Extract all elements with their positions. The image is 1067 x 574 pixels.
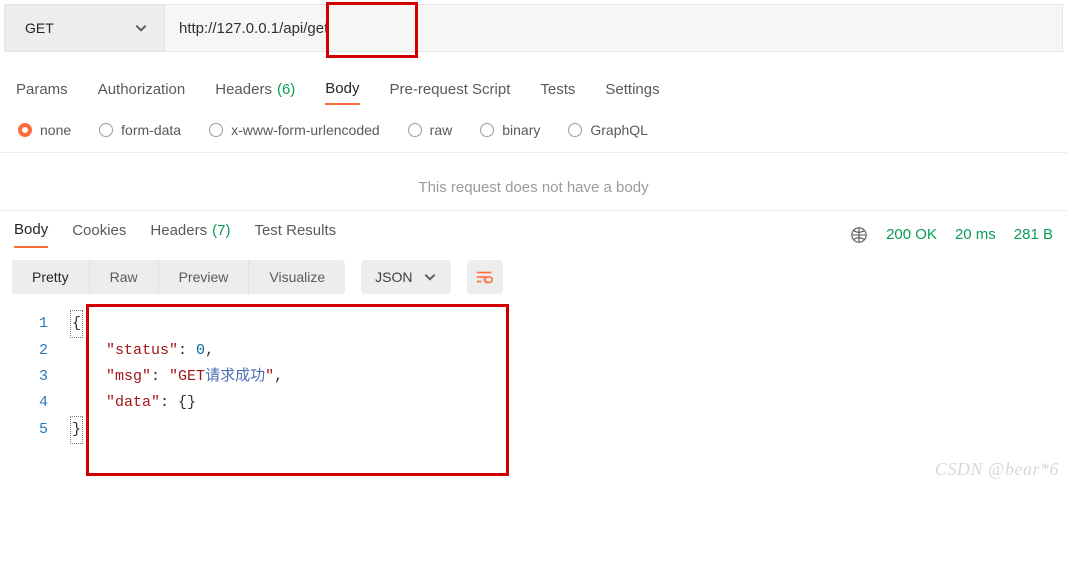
radio-urlencoded[interactable]: x-www-form-urlencoded [209, 122, 380, 138]
code-line: 4 "data": {} [0, 390, 1067, 416]
http-method-select[interactable]: GET [5, 5, 165, 51]
radio-raw[interactable]: raw [408, 122, 453, 138]
response-header: Body Cookies Headers (7) Test Results 20… [0, 211, 1067, 248]
code-line: 1 { [0, 310, 1067, 338]
response-body-view: 1 { 2 "status": 0, 3 "msg": "GET请求成功", 4… [0, 304, 1067, 484]
chevron-down-icon [134, 21, 148, 35]
view-pretty[interactable]: Pretty [12, 260, 90, 294]
resp-tab-cookies[interactable]: Cookies [72, 222, 126, 247]
code-line: 3 "msg": "GET请求成功", [0, 364, 1067, 390]
status-code: 200 OK [886, 226, 937, 243]
wrap-lines-button[interactable] [467, 260, 503, 294]
url-input[interactable] [165, 5, 1062, 51]
radio-none[interactable]: none [18, 122, 71, 138]
http-method-label: GET [25, 20, 54, 36]
tab-body[interactable]: Body [325, 80, 359, 105]
tab-settings[interactable]: Settings [605, 81, 659, 104]
resp-tab-headers[interactable]: Headers (7) [150, 222, 230, 247]
tab-params[interactable]: Params [16, 81, 68, 104]
no-body-message: This request does not have a body [0, 153, 1067, 211]
radio-form-data[interactable]: form-data [99, 122, 181, 138]
wrap-icon [476, 269, 494, 285]
url-bar: GET [4, 4, 1063, 52]
tab-tests[interactable]: Tests [540, 81, 575, 104]
chevron-down-icon [423, 270, 437, 284]
body-type-row: none form-data x-www-form-urlencoded raw… [0, 108, 1067, 153]
view-raw[interactable]: Raw [90, 260, 159, 294]
tab-prerequest[interactable]: Pre-request Script [390, 81, 511, 104]
view-visualize[interactable]: Visualize [249, 260, 345, 294]
globe-icon[interactable] [850, 226, 868, 244]
radio-binary[interactable]: binary [480, 122, 540, 138]
tab-authorization[interactable]: Authorization [98, 81, 186, 104]
status-time: 20 ms [955, 226, 996, 243]
view-mode-group: Pretty Raw Preview Visualize [12, 260, 345, 294]
response-tabs: Body Cookies Headers (7) Test Results [14, 221, 336, 248]
resp-tab-body[interactable]: Body [14, 221, 48, 248]
request-tabs: Params Authorization Headers (6) Body Pr… [0, 76, 1067, 108]
code-line: 5 } [0, 416, 1067, 444]
code-line: 2 "status": 0, [0, 338, 1067, 364]
format-select[interactable]: JSON [361, 260, 450, 294]
tab-headers[interactable]: Headers (6) [215, 81, 295, 104]
resp-headers-count: (7) [212, 222, 230, 239]
response-toolbar: Pretty Raw Preview Visualize JSON [0, 248, 1067, 304]
resp-tab-test-results[interactable]: Test Results [254, 222, 336, 247]
radio-dot-selected [18, 123, 32, 137]
radio-graphql[interactable]: GraphQL [568, 122, 648, 138]
status-block: 200 OK 20 ms 281 B [850, 226, 1053, 244]
watermark: CSDN @bear*6 [935, 459, 1059, 480]
headers-count: (6) [277, 81, 295, 98]
view-preview[interactable]: Preview [159, 260, 250, 294]
status-size: 281 B [1014, 226, 1053, 243]
